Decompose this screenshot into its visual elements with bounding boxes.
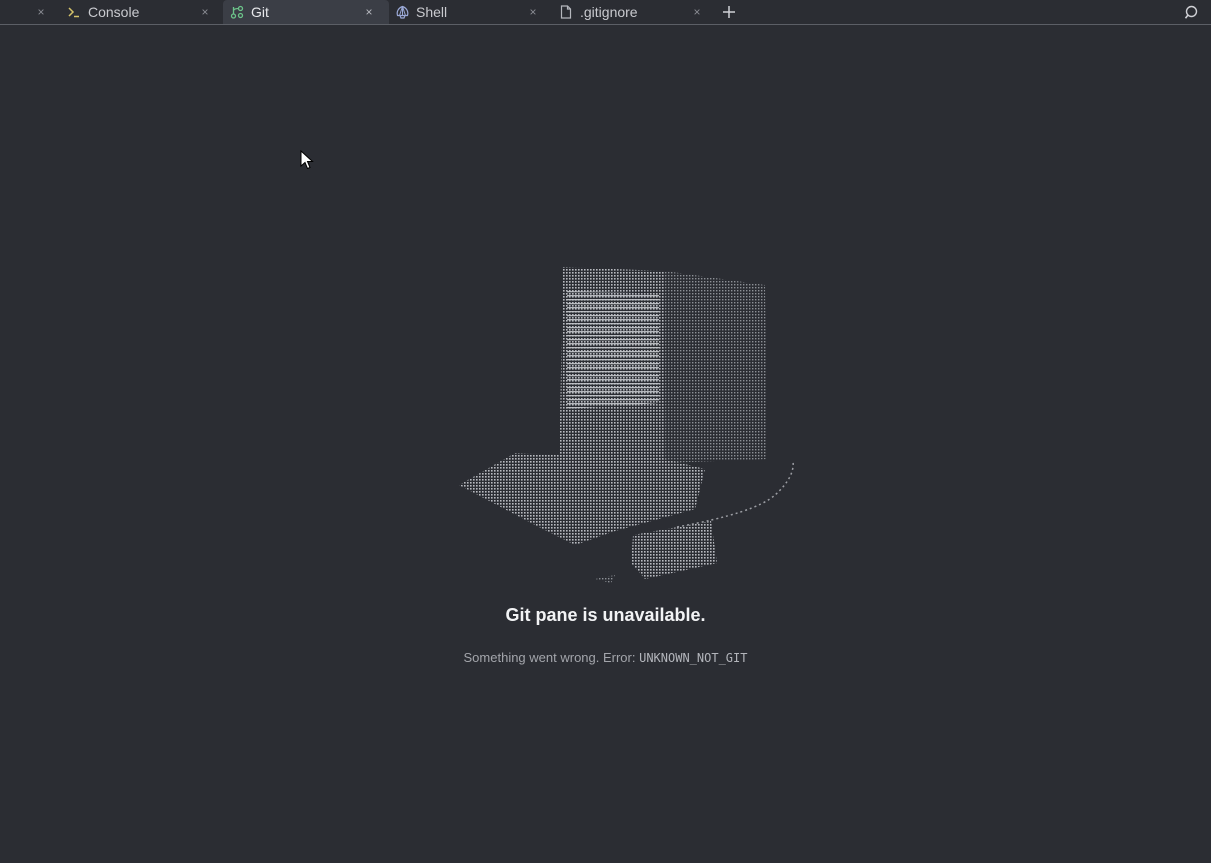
tab-console[interactable]: Console xyxy=(58,0,206,24)
error-title: Git pane is unavailable. xyxy=(505,605,706,625)
file-icon xyxy=(558,4,574,20)
broken-computer-illustration xyxy=(459,267,794,583)
tab-label: Git xyxy=(251,4,269,20)
tab-label: Shell xyxy=(416,4,448,20)
git-branch-icon xyxy=(229,4,245,20)
tab-gitignore[interactable]: .gitignore xyxy=(552,0,698,24)
tab-label: Console xyxy=(88,4,140,20)
tab-shell[interactable]: Shell xyxy=(388,0,534,24)
close-icon[interactable]: × xyxy=(198,0,212,24)
search-icon xyxy=(1184,5,1197,19)
close-icon[interactable]: × xyxy=(690,0,704,24)
shell-icon xyxy=(394,4,410,20)
error-message-text: Something went wrong. Error: xyxy=(463,650,640,665)
plus-icon xyxy=(723,6,735,18)
search-button[interactable] xyxy=(1181,2,1201,22)
add-tab-button[interactable] xyxy=(719,2,739,22)
terminal-icon xyxy=(66,4,82,20)
tab-label: .gitignore xyxy=(580,4,638,20)
error-message: Something went wrong. Error: UNKNOWN_NOT… xyxy=(0,650,1211,665)
close-icon[interactable]: × xyxy=(526,0,540,24)
tab-bar: × Console × Git × Shell × .gitignore × xyxy=(0,0,1211,25)
close-icon[interactable]: × xyxy=(362,0,376,24)
git-pane: Git pane is unavailable. Something went … xyxy=(0,33,1211,863)
mouse-cursor-icon xyxy=(300,150,314,170)
error-code: UNKNOWN_NOT_GIT xyxy=(639,651,748,665)
close-icon[interactable]: × xyxy=(34,0,48,24)
